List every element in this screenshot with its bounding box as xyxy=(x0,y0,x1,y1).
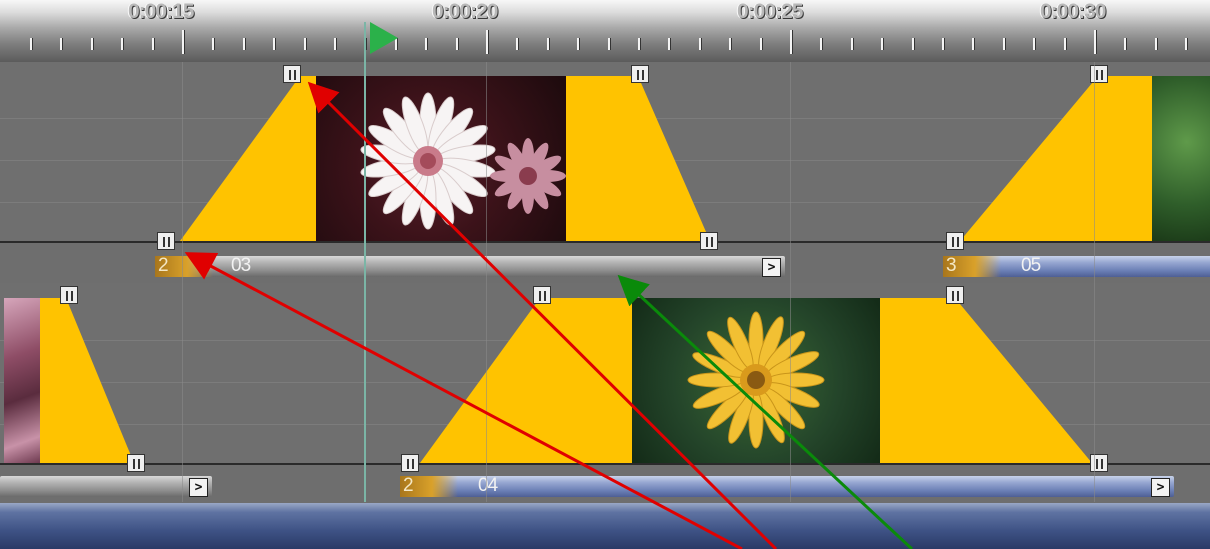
clip-thumbnail-foliage[interactable] xyxy=(1152,76,1210,241)
ruler-major-tick xyxy=(790,30,792,54)
yellow-flower-image xyxy=(687,311,825,449)
ruler-minor-tick xyxy=(699,38,701,50)
ruler-major-tick xyxy=(1094,30,1096,54)
clip-bar[interactable]: 3 05 xyxy=(943,255,1210,277)
clip-name: 04 xyxy=(478,475,498,496)
ruler-minor-tick xyxy=(273,38,275,50)
keyframe-handle-icon[interactable] xyxy=(283,65,301,83)
ruler-minor-tick xyxy=(1064,38,1066,50)
clip-name: 05 xyxy=(1021,255,1041,276)
clip-number: 2 xyxy=(158,255,169,276)
ruler-minor-tick xyxy=(942,38,944,50)
keyframe-handle-icon[interactable] xyxy=(1090,454,1108,472)
ruler-minor-tick xyxy=(456,38,458,50)
ruler-minor-tick xyxy=(1003,38,1005,50)
ruler-minor-tick xyxy=(243,38,245,50)
playhead-line[interactable] xyxy=(364,22,366,502)
keyframe-handle-icon[interactable] xyxy=(946,232,964,250)
ruler-minor-tick xyxy=(1124,38,1126,50)
clip-thumbnail-pink-flowers[interactable] xyxy=(4,298,40,463)
timecode-label: 0:00:15 xyxy=(128,0,194,23)
ruler-minor-tick xyxy=(851,38,853,50)
time-ruler[interactable]: 0:00:15 0:00:20 0:00:25 0:00:30 xyxy=(0,0,1210,62)
ruler-minor-tick xyxy=(1155,38,1157,50)
keyframe-handle-icon[interactable] xyxy=(157,232,175,250)
keyframe-handle-icon[interactable] xyxy=(631,65,649,83)
ruler-minor-tick xyxy=(516,38,518,50)
clip-end-arrow-icon[interactable]: > xyxy=(762,258,781,277)
ruler-minor-tick xyxy=(881,38,883,50)
ruler-minor-tick xyxy=(638,38,640,50)
ruler-minor-tick xyxy=(425,38,427,50)
clip-end-arrow-icon[interactable]: > xyxy=(1151,478,1170,497)
ruler-minor-tick xyxy=(60,38,62,50)
ruler-minor-tick xyxy=(972,38,974,50)
ruler-minor-tick xyxy=(729,38,731,50)
clip-bar[interactable]: > xyxy=(0,476,212,497)
ruler-minor-tick xyxy=(608,38,610,50)
ruler-minor-tick xyxy=(1033,38,1035,50)
keyframe-handle-icon[interactable] xyxy=(1090,65,1108,83)
clip-thumbnail-yellow-flower[interactable] xyxy=(632,298,880,463)
ruler-minor-tick xyxy=(820,38,822,50)
keyframe-handle-icon[interactable] xyxy=(127,454,145,472)
clip-end-arrow-icon[interactable]: > xyxy=(189,478,208,497)
ruler-minor-tick xyxy=(760,38,762,50)
timecode-label: 0:00:25 xyxy=(737,0,803,23)
timecode-label: 0:00:30 xyxy=(1040,0,1106,23)
ruler-minor-tick xyxy=(121,38,123,50)
keyframe-handle-icon[interactable] xyxy=(700,232,718,250)
ruler-minor-tick xyxy=(30,38,32,50)
timecode-label: 0:00:20 xyxy=(432,0,498,23)
ruler-minor-tick xyxy=(212,38,214,50)
keyframe-handle-icon[interactable] xyxy=(533,286,551,304)
clip-number: 2 xyxy=(403,475,414,496)
clip-thumbnail-white-daisy[interactable] xyxy=(316,76,566,241)
clip-bar[interactable]: 2 04 > xyxy=(400,475,1174,497)
ruler-minor-tick xyxy=(668,38,670,50)
keyframe-handle-icon[interactable] xyxy=(60,286,78,304)
ruler-major-tick xyxy=(182,30,184,54)
ruler-minor-tick xyxy=(152,38,154,50)
ruler-minor-tick xyxy=(577,38,579,50)
timeline-editor: 0:00:15 0:00:20 0:00:25 0:00:30 2 03 > 3… xyxy=(0,0,1210,549)
ruler-minor-tick xyxy=(334,38,336,50)
ruler-minor-tick xyxy=(1185,38,1187,50)
ruler-minor-tick xyxy=(912,38,914,50)
ruler-minor-tick xyxy=(547,38,549,50)
clip-bar[interactable]: 2 03 > xyxy=(155,255,785,277)
ruler-major-tick xyxy=(486,30,488,54)
keyframe-handle-icon[interactable] xyxy=(946,286,964,304)
clip-name: 03 xyxy=(231,255,251,276)
ruler-minor-tick xyxy=(304,38,306,50)
clip-number: 3 xyxy=(946,255,957,276)
play-cursor-icon[interactable] xyxy=(370,22,398,54)
ruler-minor-tick xyxy=(91,38,93,50)
keyframe-handle-icon[interactable] xyxy=(401,454,419,472)
daisy-image xyxy=(360,92,566,230)
bottom-scroll-bar[interactable] xyxy=(0,503,1210,549)
